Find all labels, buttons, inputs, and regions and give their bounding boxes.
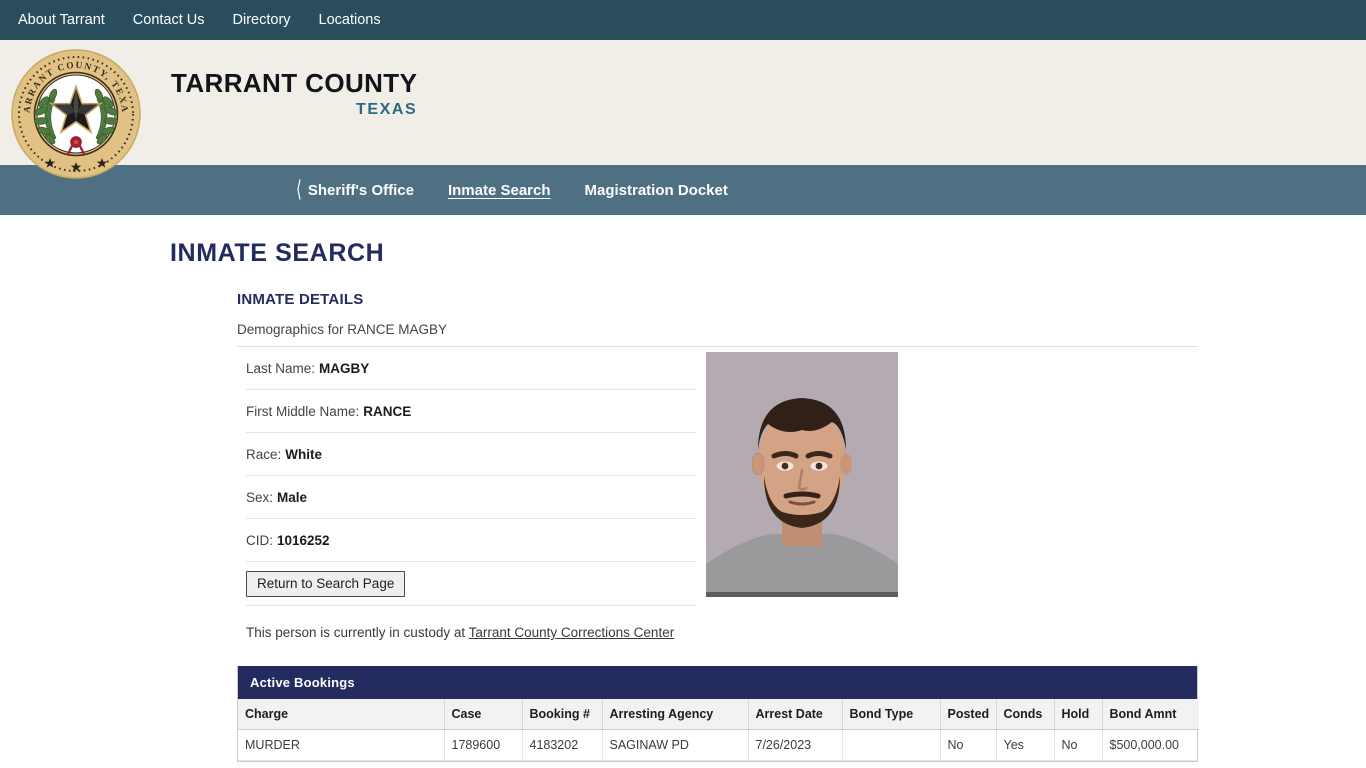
section-nav-label-sheriffs-office: Sheriff's Office <box>307 181 414 199</box>
tarrant-county-seal-icon: TARRANT COUNTY, TEXAS <box>10 48 141 179</box>
custody-facility-link[interactable]: Tarrant County Corrections Center <box>469 625 675 640</box>
column-header-bond-amount[interactable]: Bond Amnt <box>1102 699 1199 730</box>
detail-row-first-middle-name: First Middle Name: RANCE <box>246 390 696 433</box>
active-bookings-title: Active Bookings <box>238 666 1197 699</box>
detail-value-cid: 1016252 <box>277 532 330 548</box>
content-column: INMATE DETAILS Demographics for RANCE MA… <box>237 268 1199 762</box>
return-to-search-page-button[interactable]: Return to Search Page <box>246 570 406 597</box>
cell-bond-type <box>842 729 941 761</box>
details-and-photo: Last Name: MAGBY First Middle Name: RANC… <box>237 347 1198 606</box>
column-header-case[interactable]: Case <box>444 699 523 730</box>
page-body: INMATE SEARCH INMATE DETAILS Demographic… <box>0 215 1366 768</box>
column-header-arrest-date[interactable]: Arrest Date <box>748 699 843 730</box>
utility-link-about-tarrant[interactable]: About Tarrant <box>18 0 119 40</box>
column-header-conds[interactable]: Conds <box>996 699 1055 730</box>
section-nav-item-inmate-search[interactable]: Inmate Search <box>448 182 551 199</box>
utility-link-locations[interactable]: Locations <box>305 0 395 40</box>
custody-prefix-text: This person is currently in custody at <box>246 625 469 640</box>
detail-label-race: Race: <box>246 446 282 462</box>
detail-row-cid: CID: 1016252 <box>246 519 696 562</box>
detail-label-first-middle-name: First Middle Name: <box>246 403 360 419</box>
custody-statement: This person is currently in custody at T… <box>237 606 1198 640</box>
cell-bond-amount: $500,000.00 <box>1102 729 1199 761</box>
column-header-charge[interactable]: Charge <box>238 699 445 730</box>
detail-value-sex: Male <box>277 489 308 505</box>
brand-lockup[interactable]: TARRANT COUNTY TEXAS <box>171 68 417 120</box>
cell-posted: No <box>940 729 997 761</box>
detail-label-last-name: Last Name: <box>246 360 316 376</box>
table-header-row: Charge Case Booking # Arresting Agency A… <box>238 699 1199 730</box>
section-nav-label-inmate-search: Inmate Search <box>447 181 551 199</box>
cell-booking-number: 4183202 <box>522 729 603 761</box>
detail-row-race: Race: White <box>246 433 696 476</box>
section-nav-label-magistration-docket: Magistration Docket <box>584 181 728 199</box>
inmate-mugshot-photo <box>706 352 898 597</box>
demographics-line: Demographics for RANCE MAGBY <box>237 322 1198 347</box>
section-nav-item-magistration-docket[interactable]: Magistration Docket <box>585 182 728 199</box>
cell-arrest-date: 7/26/2023 <box>748 729 843 761</box>
active-bookings-table: Charge Case Booking # Arresting Agency A… <box>238 699 1199 761</box>
cell-charge: MURDER <box>238 729 445 761</box>
section-nav-item-sheriffs-office[interactable]: ⟨ Sheriff's Office <box>296 178 414 201</box>
section-nav-bar: ⟨ Sheriff's Office Inmate Search Magistr… <box>0 165 1366 215</box>
active-bookings-panel: Active Bookings Charge Case Booking # Ar… <box>237 666 1199 762</box>
detail-value-last-name: MAGBY <box>319 360 370 376</box>
return-button-row: Return to Search Page <box>246 562 696 606</box>
page-title: INMATE SEARCH <box>170 239 385 267</box>
table-row: MURDER 1789600 4183202 SAGINAW PD 7/26/2… <box>238 729 1199 761</box>
detail-value-race: White <box>285 446 323 462</box>
cell-arresting-agency: SAGINAW PD <box>602 729 749 761</box>
cell-hold: No <box>1054 729 1103 761</box>
utility-link-contact-us[interactable]: Contact Us <box>119 0 219 40</box>
column-header-bond-type[interactable]: Bond Type <box>842 699 941 730</box>
detail-row-sex: Sex: Male <box>246 476 696 519</box>
utility-link-directory[interactable]: Directory <box>219 0 305 40</box>
cell-conds: Yes <box>996 729 1055 761</box>
inmate-detail-list: Last Name: MAGBY First Middle Name: RANC… <box>237 347 696 606</box>
column-header-hold[interactable]: Hold <box>1054 699 1103 730</box>
brand-band: TARRANT COUNTY, TEXAS <box>0 40 1366 179</box>
brand-subtitle: TEXAS <box>355 101 418 118</box>
detail-row-last-name: Last Name: MAGBY <box>246 347 696 390</box>
detail-label-cid: CID: <box>246 532 273 548</box>
column-header-booking-number[interactable]: Booking # <box>522 699 603 730</box>
column-header-posted[interactable]: Posted <box>940 699 997 730</box>
column-header-arresting-agency[interactable]: Arresting Agency <box>602 699 749 730</box>
chevron-left-icon: ⟨ <box>296 176 302 202</box>
detail-label-sex: Sex: <box>246 489 274 505</box>
brand-title: TARRANT COUNTY <box>171 68 418 98</box>
cell-case: 1789600 <box>444 729 523 761</box>
inmate-details-heading: INMATE DETAILS <box>237 291 364 308</box>
utility-nav-bar: About Tarrant Contact Us Directory Locat… <box>0 0 1366 40</box>
detail-value-first-middle-name: RANCE <box>363 403 412 419</box>
